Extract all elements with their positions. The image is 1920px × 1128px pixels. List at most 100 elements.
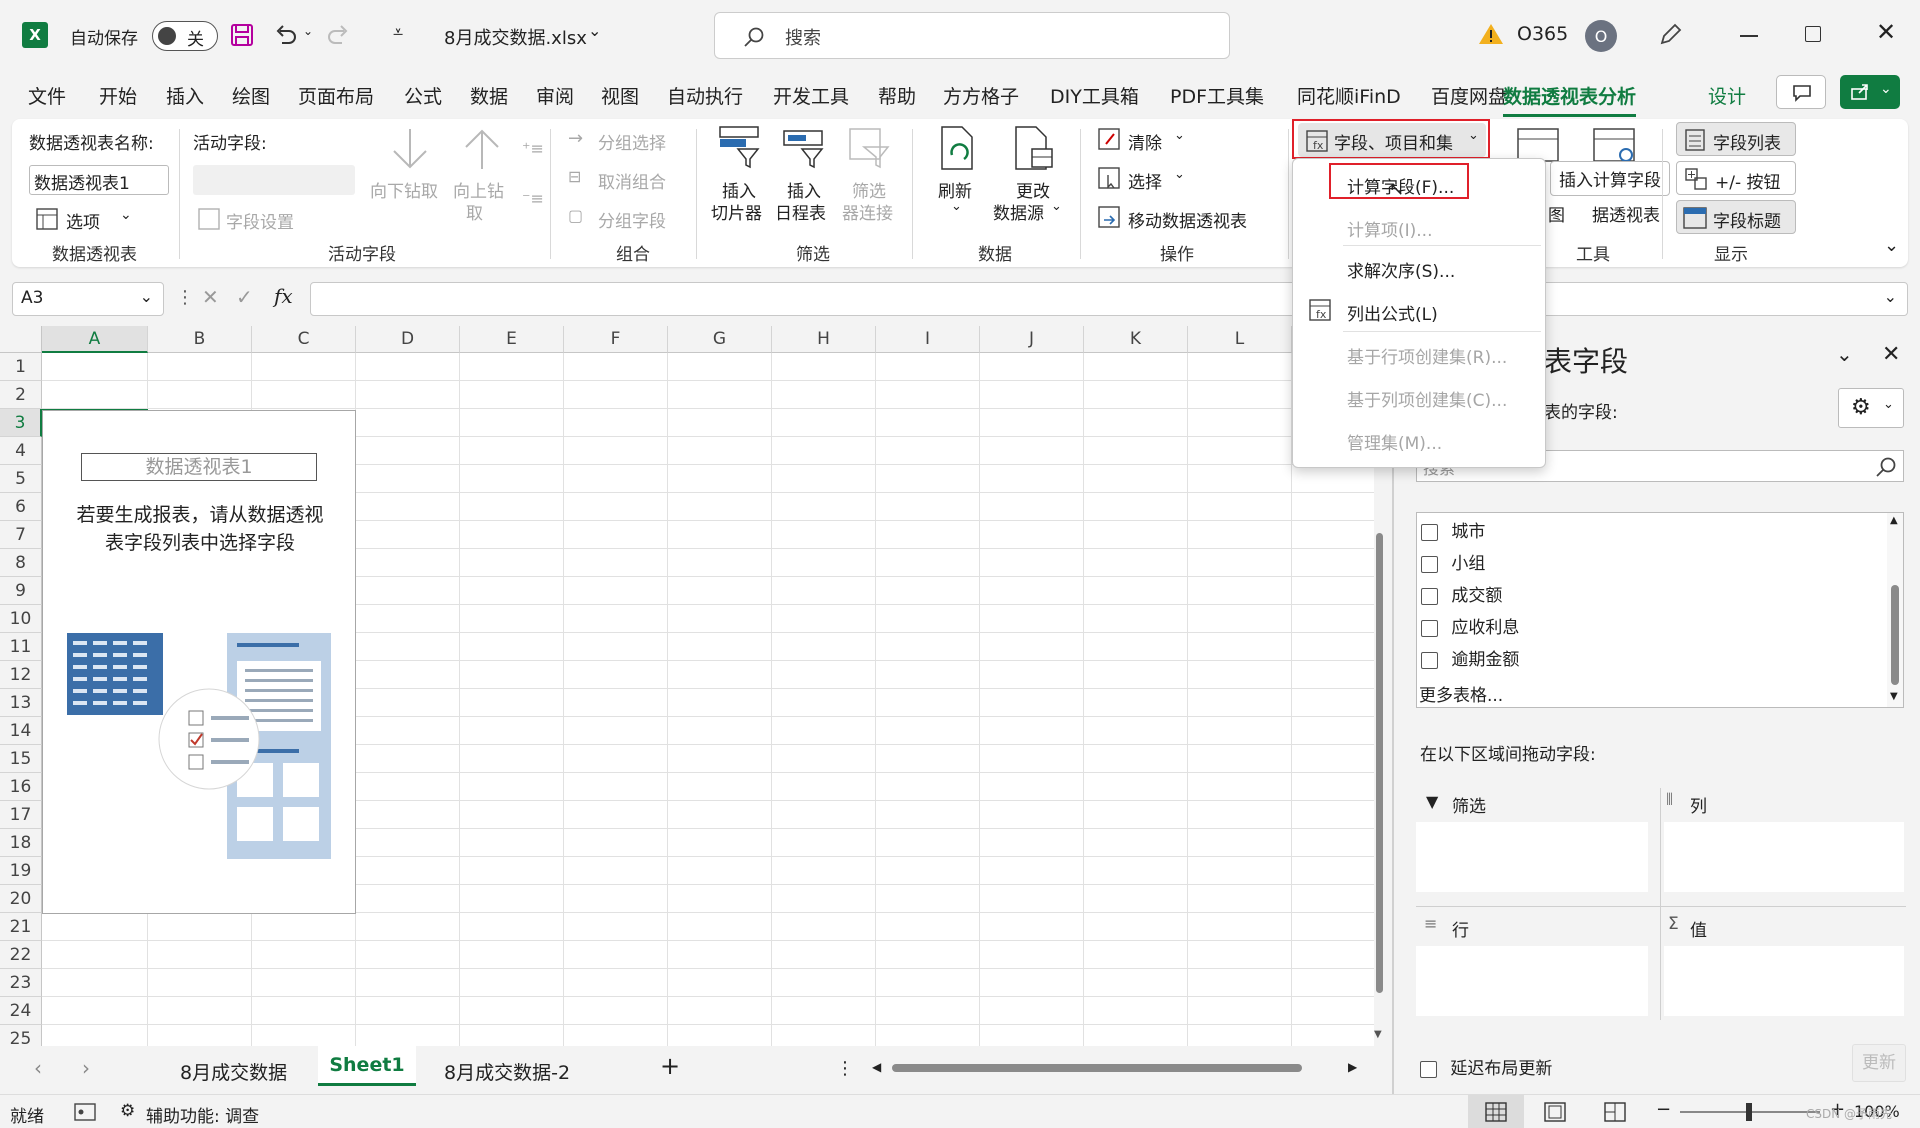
row-header-6[interactable]: 6 <box>0 493 42 521</box>
restore-icon[interactable] <box>1805 26 1821 42</box>
cancel-entry-icon[interactable]: ✕ <box>202 285 219 309</box>
menu-calculated-item[interactable]: 计算项(I)... <box>1347 216 1433 241</box>
menu-solve-order[interactable]: 求解次序(S)... <box>1347 257 1455 282</box>
collapse-field-icon[interactable]: ⁻≡ <box>522 189 544 208</box>
pen-icon[interactable] <box>1658 21 1684 47</box>
column-header-h[interactable]: H <box>772 326 876 353</box>
close-window-icon[interactable]: ✕ <box>1876 18 1896 46</box>
file-name[interactable]: 8月成交数据.xlsx <box>444 24 587 50</box>
page-break-view-icon[interactable] <box>1604 1102 1626 1122</box>
row-header-11[interactable]: 11 <box>0 633 42 661</box>
field-item-city[interactable]: 城市 <box>1421 517 1485 542</box>
sheet-options-icon[interactable]: ⋮ <box>836 1058 854 1079</box>
ungroup-button[interactable]: 取消组合 <box>598 168 666 193</box>
menu-ifind[interactable]: 同花顺iFinD <box>1297 82 1401 109</box>
sheet-tab-aug-data-2[interactable]: 8月成交数据-2 <box>444 1058 570 1085</box>
row-header-7[interactable]: 7 <box>0 521 42 549</box>
menu-view[interactable]: 视图 <box>601 82 639 109</box>
options-chevron-icon[interactable]: ⌄ <box>120 207 132 223</box>
plus-minus-button[interactable]: +/- 按钮 <box>1676 161 1796 195</box>
zoom-slider-thumb[interactable] <box>1746 1103 1752 1121</box>
expand-formula-icon[interactable]: ⌄ <box>1884 287 1897 306</box>
row-header-14[interactable]: 14 <box>0 717 42 745</box>
column-header-g[interactable]: G <box>668 326 772 353</box>
checkbox[interactable] <box>1421 555 1438 573</box>
field-item-amount[interactable]: 成交额 <box>1421 581 1502 606</box>
clear-button[interactable]: 清除 <box>1128 129 1162 154</box>
row-header-2[interactable]: 2 <box>0 381 42 409</box>
menu-automate[interactable]: 自动执行 <box>667 82 743 109</box>
undo-dropdown-icon[interactable]: ⌄ <box>303 24 313 38</box>
autosave-toggle[interactable]: 关 <box>152 21 218 51</box>
name-box[interactable]: A3 ⌄ <box>12 282 164 316</box>
row-header-19[interactable]: 19 <box>0 857 42 885</box>
column-header-j[interactable]: J <box>980 326 1084 353</box>
normal-view-button[interactable] <box>1468 1095 1524 1128</box>
select-button[interactable]: 选择 <box>1128 168 1162 193</box>
formula-bar-more-icon[interactable]: ⋮ <box>176 287 194 308</box>
values-drop-zone[interactable] <box>1664 946 1904 1016</box>
name-box-chevron-icon[interactable]: ⌄ <box>140 287 153 306</box>
zoom-out-icon[interactable]: − <box>1656 1099 1671 1120</box>
menu-create-set-rows[interactable]: 基于行项创建集(R)... <box>1347 343 1507 368</box>
column-header-l[interactable]: L <box>1188 326 1292 353</box>
sheet-tab-sheet1[interactable]: Sheet1 <box>318 1046 416 1086</box>
change-source-chevron-icon[interactable]: ⌄ <box>1051 199 1062 214</box>
row-header-22[interactable]: 22 <box>0 941 42 969</box>
scroll-down-icon[interactable]: ▼ <box>1890 691 1898 702</box>
pivot-name-input[interactable]: 数据透视表1 <box>29 165 169 195</box>
field-settings-button[interactable]: 字段设置 <box>226 208 294 233</box>
field-item-group[interactable]: 小组 <box>1421 549 1485 574</box>
panel-close-icon[interactable]: ✕ <box>1882 342 1900 367</box>
filter-area[interactable]: ▼ 筛选 <box>1416 788 1660 896</box>
move-pivot-button[interactable]: 移动数据透视表 <box>1128 207 1247 232</box>
columns-drop-zone[interactable] <box>1664 822 1904 892</box>
undo-icon[interactable] <box>274 23 298 47</box>
menu-developer[interactable]: 开发工具 <box>773 82 849 109</box>
row-header-25[interactable]: 25 <box>0 1025 42 1046</box>
field-item-overdue[interactable]: 逾期金额 <box>1421 645 1519 670</box>
zoom-slider[interactable] <box>1680 1103 1820 1121</box>
column-header-e[interactable]: E <box>460 326 564 353</box>
menu-create-set-columns[interactable]: 基于列项创建集(C)... <box>1347 386 1507 411</box>
defer-update-checkbox[interactable] <box>1420 1060 1437 1078</box>
menu-pivot-analyze[interactable]: 数据透视表分析 <box>1503 82 1637 117</box>
accessibility-status[interactable]: 辅助功能: 调查 <box>146 1102 259 1127</box>
rows-drop-zone[interactable] <box>1416 946 1648 1016</box>
panel-layout-button[interactable]: ⚙ ⌄ <box>1838 388 1904 428</box>
warning-icon[interactable] <box>1478 22 1504 46</box>
column-header-c[interactable]: C <box>252 326 356 353</box>
row-header-8[interactable]: 8 <box>0 549 42 577</box>
column-header-a[interactable]: A <box>42 326 148 353</box>
scroll-up-icon[interactable]: ▲ <box>1890 515 1898 526</box>
group-field-button[interactable]: 分组字段 <box>598 207 666 232</box>
recommended-pivot-button[interactable]: 据透视表 <box>1592 201 1660 226</box>
row-header-21[interactable]: 21 <box>0 913 42 941</box>
horizontal-scrollbar[interactable] <box>890 1060 1350 1076</box>
row-header-18[interactable]: 18 <box>0 829 42 857</box>
menu-page-layout[interactable]: 页面布局 <box>298 82 374 109</box>
minimize-icon[interactable] <box>1740 35 1758 37</box>
checkbox[interactable] <box>1421 523 1438 541</box>
prev-sheet-icon[interactable]: ‹ <box>34 1056 42 1080</box>
filename-chevron-down-icon[interactable]: ⌄ <box>588 21 601 40</box>
checkbox[interactable] <box>1421 619 1438 637</box>
columns-area[interactable]: ⦀ 列 <box>1662 788 1906 896</box>
column-header-i[interactable]: I <box>876 326 980 353</box>
menu-formulas[interactable]: 公式 <box>404 82 442 109</box>
field-headers-button[interactable]: 字段标题 <box>1676 200 1796 234</box>
field-list-scroll-thumb[interactable] <box>1891 585 1899 685</box>
scroll-down-icon[interactable]: ▼ <box>1374 1029 1382 1040</box>
menu-insert[interactable]: 插入 <box>166 82 204 109</box>
panel-options-chevron-icon[interactable]: ⌄ <box>1836 342 1853 366</box>
hscroll-right-icon[interactable]: ▶ <box>1348 1060 1357 1074</box>
account-name[interactable]: O365 <box>1517 23 1568 45</box>
menu-data[interactable]: 数据 <box>470 82 508 109</box>
search-box[interactable]: 搜索 <box>714 12 1230 59</box>
expand-field-icon[interactable]: ⁺≡ <box>522 139 544 158</box>
select-chevron-icon[interactable]: ⌄ <box>1174 167 1185 182</box>
share-button[interactable]: ⌄ <box>1840 75 1900 109</box>
row-header-4[interactable]: 4 <box>0 437 42 465</box>
checkbox[interactable] <box>1421 587 1438 605</box>
column-header-k[interactable]: K <box>1084 326 1188 353</box>
